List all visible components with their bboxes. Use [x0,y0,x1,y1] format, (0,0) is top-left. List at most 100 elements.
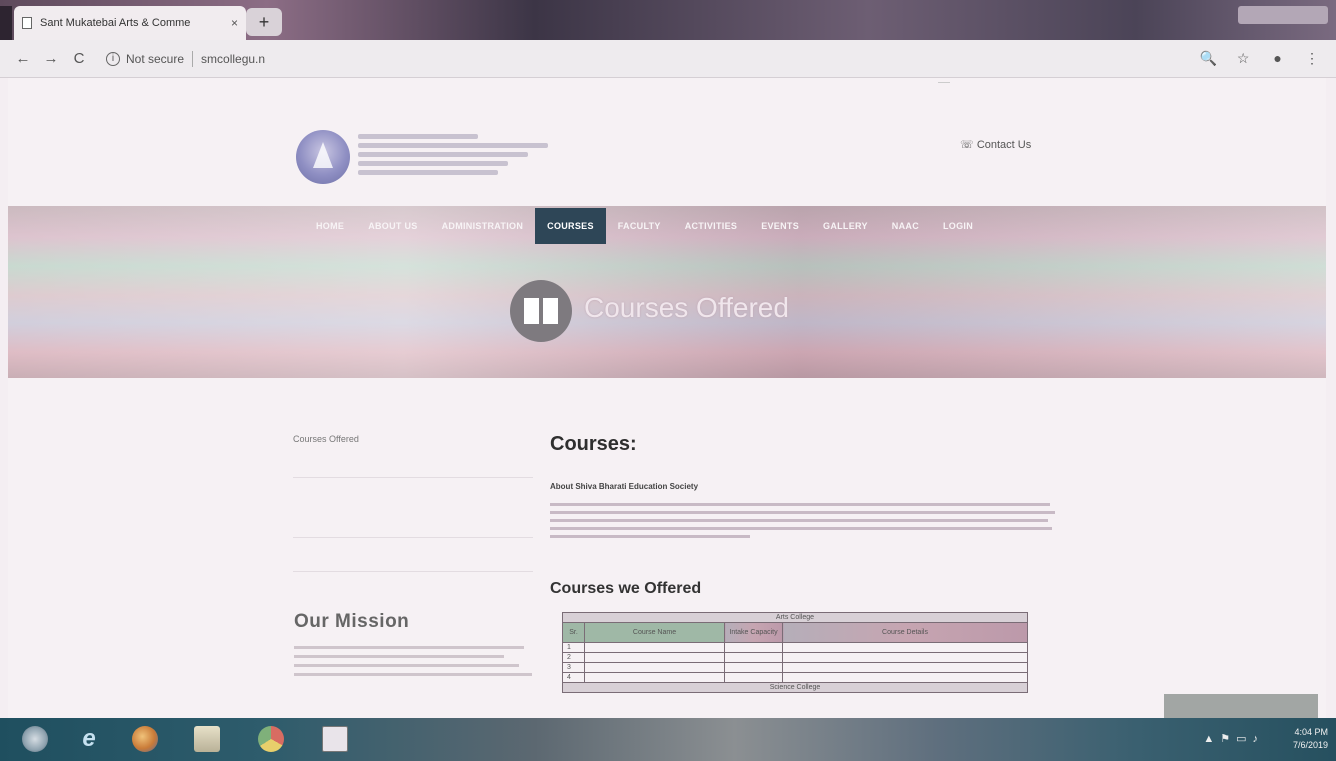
courses-offered-heading: Courses we Offered [550,580,702,597]
notepad-button[interactable] [314,722,356,756]
row-details[interactable] [782,672,1028,683]
nav-item-courses[interactable]: COURSES [535,208,606,244]
table-row: 1 [562,642,1028,653]
college-logo[interactable] [296,130,350,184]
contact-label: Contact Us [976,139,1032,151]
windows-taskbar: e ▲⚑▭♪ 4:04 PM 7/6/2019 [0,718,1336,761]
row-course [584,642,725,653]
sidebar-menu-item[interactable] [293,492,533,538]
nav-item-faculty[interactable]: FACULTY [606,208,673,244]
language-select[interactable] [938,82,950,83]
row-course [584,652,725,663]
nav-item-activities[interactable]: ACTIVITIES [673,208,750,244]
table-header: Course Name [584,622,725,643]
row-sr: 3 [562,662,585,673]
nav-item-login[interactable]: LOGIN [931,208,985,244]
ie-icon: e [82,725,96,752]
row-sr: 2 [562,652,585,663]
row-intake [724,662,783,673]
info-icon[interactable]: i [106,51,120,66]
nav-item-events[interactable]: EVENTS [749,208,811,244]
browser-tab-strip: Sant Mukatebai Arts & Comme × + [0,0,1336,40]
address-toolbar: ← → C i Not secure smcollegu.n 🔍 ☆ ● ⋮ [0,40,1336,78]
omnibox-divider [192,50,194,67]
browser-tab[interactable]: Sant Mukatebai Arts & Comme × [14,6,246,40]
nav-item-about-us[interactable]: ABOUT US [356,208,429,244]
table-header: Sr. [562,622,585,643]
back-arrow-icon[interactable]: ← [12,50,34,67]
book-icon [510,280,572,342]
row-sr: 1 [562,642,585,653]
row-course [584,662,725,673]
media-player-button[interactable] [124,722,166,756]
main-content: Courses: About Shiva Bharati Education S… [550,433,1070,543]
account-icon[interactable]: ● [1266,50,1290,66]
table-row: 2 [562,652,1028,663]
nav-item-naac[interactable]: NAAC [880,208,931,244]
sidebar-menu-item[interactable] [293,454,533,478]
phone-icon: ☏ [960,139,977,151]
website-viewport: ☏ Contact Us HOME ABOUT US ADMINISTRATION C… [8,78,1326,718]
window-controls[interactable] [1238,6,1328,24]
nav-item-gallery[interactable]: GALLERY [811,208,880,244]
url-text: smcollegu.n [201,51,266,66]
clock-time: 4:04 PM [1294,727,1328,737]
tab-strip-edge [0,6,12,40]
mission-text [294,646,532,682]
table-header: Course Details [782,622,1028,643]
clock[interactable]: 4:04 PM 7/6/2019 [1293,726,1328,752]
courses-heading: Courses: [550,433,637,455]
row-course [584,672,725,683]
table-row: 4 [562,672,1028,683]
file-explorer-button[interactable] [186,722,228,756]
chrome-icon [258,726,284,752]
toolbar-right: 🔍 ☆ ● ⋮ [1191,50,1324,68]
about-heading: About Shiva Bharati Education Society [550,482,699,491]
row-sr: 4 [562,672,585,683]
reload-icon[interactable]: C [68,50,90,67]
start-button[interactable] [14,722,56,756]
row-details[interactable] [782,662,1028,673]
menu-icon[interactable]: ⋮ [1300,50,1324,67]
chrome-button[interactable] [250,722,292,756]
hero-banner: HOME ABOUT US ADMINISTRATION COURSES FACULTY… [8,206,1326,378]
main-navigation: HOME ABOUT US ADMINISTRATION COURSES FACULTY… [304,208,985,244]
nav-item-home[interactable]: HOME [304,208,356,244]
new-tab-button[interactable]: + [246,8,282,36]
table-header: Intake Capacity [724,622,783,643]
contact-us-link[interactable]: ☏ Contact Us [960,138,1031,151]
security-label: Not secure [126,51,185,66]
notepad-icon [322,726,348,752]
windows-logo-icon [22,726,48,752]
tab-title: Sant Mukatebai Arts & Comme [40,17,191,29]
clock-date: 7/6/2019 [1292,740,1328,750]
hero-title: Courses Offered [584,292,789,323]
site-topbar [8,78,1326,102]
forward-arrow-icon[interactable]: → [40,50,62,67]
sidebar-title: Courses Offered [293,434,359,444]
page-icon [22,17,32,29]
bookmark-star-icon[interactable]: ☆ [1231,50,1255,67]
internet-explorer-button[interactable]: e [68,722,110,756]
row-intake [724,672,783,683]
college-name-block [358,134,558,179]
address-bar[interactable]: i Not secure smcollegu.n [96,45,1191,73]
row-details[interactable] [782,642,1028,653]
table-row: 3 [562,662,1028,673]
table-group-header: Arts College [562,612,1028,623]
mission-heading: Our Mission [294,611,410,632]
sidebar-menu-item[interactable] [293,548,533,572]
sidebar: Courses Offered [293,434,533,572]
row-intake [724,642,783,653]
about-paragraph [550,503,1070,538]
row-details[interactable] [782,652,1028,663]
table-group-header: Science College [562,682,1028,693]
close-tab-icon[interactable]: × [231,16,238,30]
nav-item-administration[interactable]: ADMINISTRATION [430,208,536,244]
media-player-icon [132,726,158,752]
row-intake [724,652,783,663]
courses-table: Arts College Sr. Course Name Intake Capa… [562,612,1028,693]
system-tray-icons[interactable]: ▲⚑▭♪ [1203,732,1264,745]
floating-widget[interactable] [1164,694,1318,718]
search-icon[interactable]: 🔍 [1197,50,1221,67]
